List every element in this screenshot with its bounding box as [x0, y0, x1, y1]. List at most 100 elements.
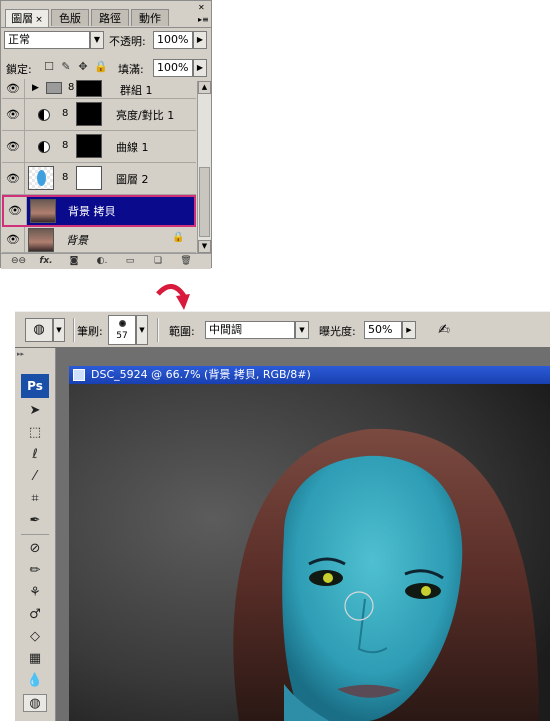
- tab-layers-label: 圖層: [11, 12, 34, 25]
- layer-name: 背景: [66, 234, 88, 247]
- lock-all-icon[interactable]: 🔒: [94, 61, 108, 73]
- magic-wand-tool-icon[interactable]: ⁄: [23, 468, 47, 486]
- dodge-tool-icon[interactable]: ◍: [23, 694, 47, 712]
- separator: [21, 534, 49, 535]
- visibility-eye-icon[interactable]: 👁: [2, 163, 25, 194]
- layer-name: 群組 1: [120, 84, 153, 97]
- lock-transparency-icon[interactable]: ☐: [43, 61, 55, 73]
- range-dropdown-icon[interactable]: ▼: [295, 321, 309, 339]
- lock-label: 鎖定:: [6, 63, 32, 76]
- layer-row-layer2[interactable]: 👁 8 圖層 2: [2, 163, 196, 195]
- exposure-label: 曝光度:: [319, 325, 356, 338]
- link-layers-icon[interactable]: ⊖⊖: [11, 255, 26, 267]
- layer-mask-thumb: [76, 102, 102, 126]
- visibility-eye-icon[interactable]: 👁: [2, 99, 25, 130]
- panel-menu-icon[interactable]: ✕: [198, 3, 208, 13]
- fill-input[interactable]: 100%: [153, 59, 193, 77]
- move-tool-icon[interactable]: ➤: [23, 402, 47, 420]
- separator: [73, 318, 75, 342]
- visibility-eye-icon[interactable]: 👁: [2, 227, 25, 252]
- layers-panel: 圖層 × 色版 路徑 動作 ✕ ▸≡ 正常 ▼ 不透明: 100% ▶ 鎖定: ☐…: [0, 0, 212, 269]
- lock-icon: 🔒: [172, 232, 185, 243]
- layer-name: 背景 拷貝: [68, 205, 116, 218]
- layer-mask-thumb: [76, 134, 102, 158]
- fill-slider-icon[interactable]: ▶: [193, 59, 207, 77]
- right-iris: [421, 586, 431, 596]
- link-icon: 8: [68, 82, 75, 93]
- layer-row-group1[interactable]: 👁 ▶ 8 群組 1: [2, 79, 196, 99]
- panel-tab-bar: 圖層 × 色版 路徑 動作 ✕ ▸≡: [1, 1, 211, 28]
- layer-mask-thumb: [76, 166, 102, 190]
- tab-close-icon[interactable]: ×: [35, 15, 43, 25]
- range-select[interactable]: 中間調: [205, 321, 295, 339]
- exposure-input[interactable]: 50%: [364, 321, 402, 339]
- folder-icon: [46, 82, 62, 94]
- photo-canvas[interactable]: [69, 384, 550, 721]
- lock-position-icon[interactable]: ✥: [77, 61, 89, 73]
- visibility-eye-icon[interactable]: 👁: [2, 79, 25, 98]
- lock-pixels-icon[interactable]: ✎: [60, 61, 72, 73]
- scroll-thumb[interactable]: [199, 167, 210, 237]
- exposure-slider-icon[interactable]: ▶: [402, 321, 416, 339]
- layer-thumb: [28, 166, 54, 190]
- eraser-tool-icon[interactable]: ◇: [23, 628, 47, 646]
- toolbox: ▸▸ Ps ➤ ⬚ ℓ ⁄ ⌗ ✒ ⊘ ✏ ⚘ ♂ ◇ ▦ 💧 ◍: [15, 348, 56, 721]
- link-icon: 8: [62, 140, 69, 151]
- delete-layer-icon[interactable]: 🗑: [179, 255, 193, 267]
- crop-tool-icon[interactable]: ⌗: [23, 490, 47, 508]
- layer-row-curves[interactable]: 👁 8 曲線 1: [2, 131, 196, 163]
- tab-paths[interactable]: 路徑: [91, 9, 129, 26]
- eyedropper-tool-icon[interactable]: ✒: [23, 512, 47, 530]
- healing-brush-tool-icon[interactable]: ⊘: [23, 540, 47, 558]
- opacity-label: 不透明:: [109, 35, 146, 48]
- layer-style-icon[interactable]: fx.: [39, 255, 53, 267]
- preset-dropdown-icon[interactable]: ▼: [53, 318, 65, 342]
- opacity-slider-icon[interactable]: ▶: [193, 31, 207, 49]
- add-mask-icon[interactable]: ◙: [67, 255, 81, 267]
- link-icon: 8: [62, 172, 69, 183]
- tab-actions[interactable]: 動作: [131, 9, 169, 26]
- brush-tip-icon: [119, 320, 126, 327]
- document-title-bar[interactable]: DSC_5924 @ 66.7% (背景 拷貝, RGB/8#): [69, 366, 550, 384]
- tab-channels[interactable]: 色版: [51, 9, 89, 26]
- layer-row-brightness[interactable]: 👁 8 亮度/對比 1: [2, 99, 196, 131]
- visibility-eye-icon[interactable]: 👁: [4, 197, 27, 225]
- clone-stamp-tool-icon[interactable]: ⚘: [23, 584, 47, 602]
- brush-label: 筆刷:: [77, 325, 103, 338]
- blend-mode-dropdown-icon[interactable]: ▼: [90, 31, 104, 49]
- layers-scrollbar[interactable]: ▲ ▼: [197, 81, 211, 253]
- layer-row-background[interactable]: 👁 背景 🔒: [2, 227, 196, 253]
- layer-row-background-copy[interactable]: 👁 背景 拷貝: [2, 195, 196, 227]
- blue-shape: [37, 170, 46, 186]
- document-icon: [73, 369, 85, 381]
- dodge-tool-preset-icon[interactable]: ◍: [25, 318, 53, 342]
- new-layer-icon[interactable]: ❏: [151, 255, 165, 267]
- document-title: DSC_5924 @ 66.7% (背景 拷貝, RGB/8#): [91, 368, 311, 381]
- adjustment-layer-icon[interactable]: ◐.: [95, 255, 109, 267]
- toolbox-collapse-icon[interactable]: ▸▸: [17, 350, 24, 358]
- scroll-up-icon[interactable]: ▲: [198, 81, 211, 94]
- adjustment-icon: [38, 141, 50, 153]
- blend-mode-select[interactable]: 正常: [4, 31, 90, 49]
- layer-thumb: [28, 228, 54, 252]
- layer-name: 圖層 2: [116, 173, 149, 186]
- tab-layers[interactable]: 圖層 ×: [5, 9, 49, 27]
- panel-options-icon[interactable]: ▸≡: [198, 15, 209, 25]
- brush-dropdown-icon[interactable]: ▼: [136, 315, 148, 345]
- gradient-tool-icon[interactable]: ▦: [23, 650, 47, 668]
- expand-triangle-icon[interactable]: ▶: [32, 83, 39, 93]
- brush-tool-icon[interactable]: ✏: [23, 562, 47, 580]
- opacity-input[interactable]: 100%: [153, 31, 193, 49]
- lasso-tool-icon[interactable]: ℓ: [23, 446, 47, 464]
- ps-logo[interactable]: Ps: [21, 374, 49, 398]
- document-window: DSC_5924 @ 66.7% (背景 拷貝, RGB/8#): [69, 366, 550, 721]
- blur-tool-icon[interactable]: 💧: [23, 672, 47, 690]
- scroll-down-icon[interactable]: ▼: [198, 240, 211, 253]
- brush-size: 57: [116, 331, 128, 341]
- marquee-tool-icon[interactable]: ⬚: [23, 424, 47, 442]
- history-brush-tool-icon[interactable]: ♂: [23, 606, 47, 624]
- new-group-icon[interactable]: ▭: [123, 255, 137, 267]
- visibility-eye-icon[interactable]: 👁: [2, 131, 25, 162]
- brush-picker[interactable]: 57: [108, 315, 136, 345]
- airbrush-icon[interactable]: ✍: [433, 319, 455, 341]
